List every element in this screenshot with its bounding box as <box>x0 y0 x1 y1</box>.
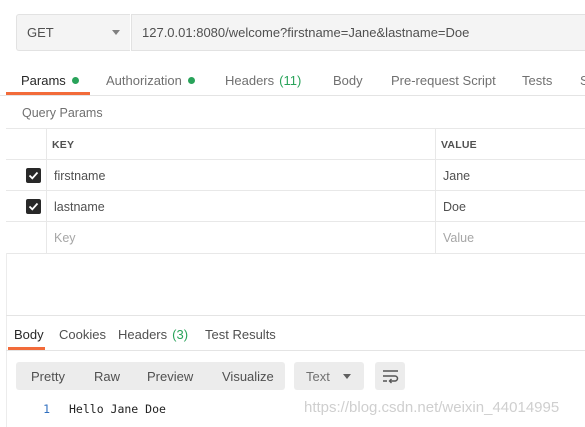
format-select[interactable]: Text <box>294 362 364 390</box>
authorization-status-dot <box>187 76 195 84</box>
params-status-dot <box>71 76 79 84</box>
method-label: GET <box>27 25 54 40</box>
method-select[interactable]: GET <box>16 14 130 51</box>
param-value[interactable]: Doe <box>443 191 466 222</box>
watermark: https://blog.csdn.net/weixin_44014995 <box>304 399 560 416</box>
response-tabs-divider <box>6 350 585 351</box>
response-tab-cookies[interactable]: Cookies <box>59 327 106 342</box>
check-icon <box>28 171 39 180</box>
tab-params[interactable]: Params <box>21 71 79 89</box>
table-row: lastname Doe <box>6 190 585 222</box>
tab-pre-request-script[interactable]: Pre-request Script <box>391 71 496 89</box>
view-preview-button[interactable]: Preview <box>147 362 193 390</box>
check-icon <box>28 202 39 211</box>
table-header-row: KEY VALUE <box>6 128 585 160</box>
url-input[interactable]: 127.0.01:8080/welcome?firstname=Jane&las… <box>131 14 585 51</box>
new-key-input[interactable]: Key <box>54 222 76 253</box>
col-header-key: KEY <box>52 138 75 151</box>
panel-left-border <box>6 253 7 427</box>
param-checkbox[interactable] <box>26 168 41 183</box>
chevron-down-icon <box>112 30 120 35</box>
new-value-input[interactable]: Value <box>443 222 474 253</box>
response-headers-count: (3) <box>172 327 189 342</box>
tab-authorization[interactable]: Authorization <box>106 71 195 89</box>
col-header-value: VALUE <box>441 138 477 151</box>
tab-authorization-label: Authorization <box>106 72 182 88</box>
tab-tests[interactable]: Tests <box>522 71 552 89</box>
view-raw-button[interactable]: Raw <box>94 362 120 390</box>
headers-count: (11) <box>279 72 302 88</box>
view-mode-selector: Pretty Raw Preview Visualize <box>16 362 285 390</box>
param-key[interactable]: lastname <box>54 191 105 222</box>
response-body-text: Hello Jane Doe <box>69 402 166 416</box>
table-row: firstname Jane <box>6 159 585 191</box>
response-tab-headers[interactable]: Headers (3) <box>118 327 188 342</box>
param-key[interactable]: firstname <box>54 160 105 191</box>
chevron-down-icon <box>343 374 351 379</box>
param-checkbox[interactable] <box>26 199 41 214</box>
response-tab-test-results[interactable]: Test Results <box>205 327 276 342</box>
query-params-title: Query Params <box>22 106 103 120</box>
view-pretty-button[interactable]: Pretty <box>31 362 65 390</box>
tab-settings[interactable]: S <box>580 71 585 89</box>
param-value[interactable]: Jane <box>443 160 470 191</box>
wrap-lines-icon <box>383 370 399 384</box>
response-tab-headers-label: Headers <box>118 327 168 342</box>
view-visualize-button[interactable]: Visualize <box>222 362 274 390</box>
tab-body[interactable]: Body <box>333 71 363 89</box>
line-number: 1 <box>43 402 50 416</box>
format-select-label: Text <box>306 368 330 384</box>
tab-params-label: Params <box>21 72 66 88</box>
response-tab-body[interactable]: Body <box>14 327 44 342</box>
panel-resize-handle[interactable] <box>6 315 585 316</box>
tab-headers[interactable]: Headers (11) <box>225 71 301 89</box>
tabs-divider <box>0 95 585 96</box>
tab-headers-label: Headers <box>225 72 275 88</box>
table-row-new: Key Value <box>6 221 585 254</box>
wrap-lines-button[interactable] <box>375 362 405 390</box>
